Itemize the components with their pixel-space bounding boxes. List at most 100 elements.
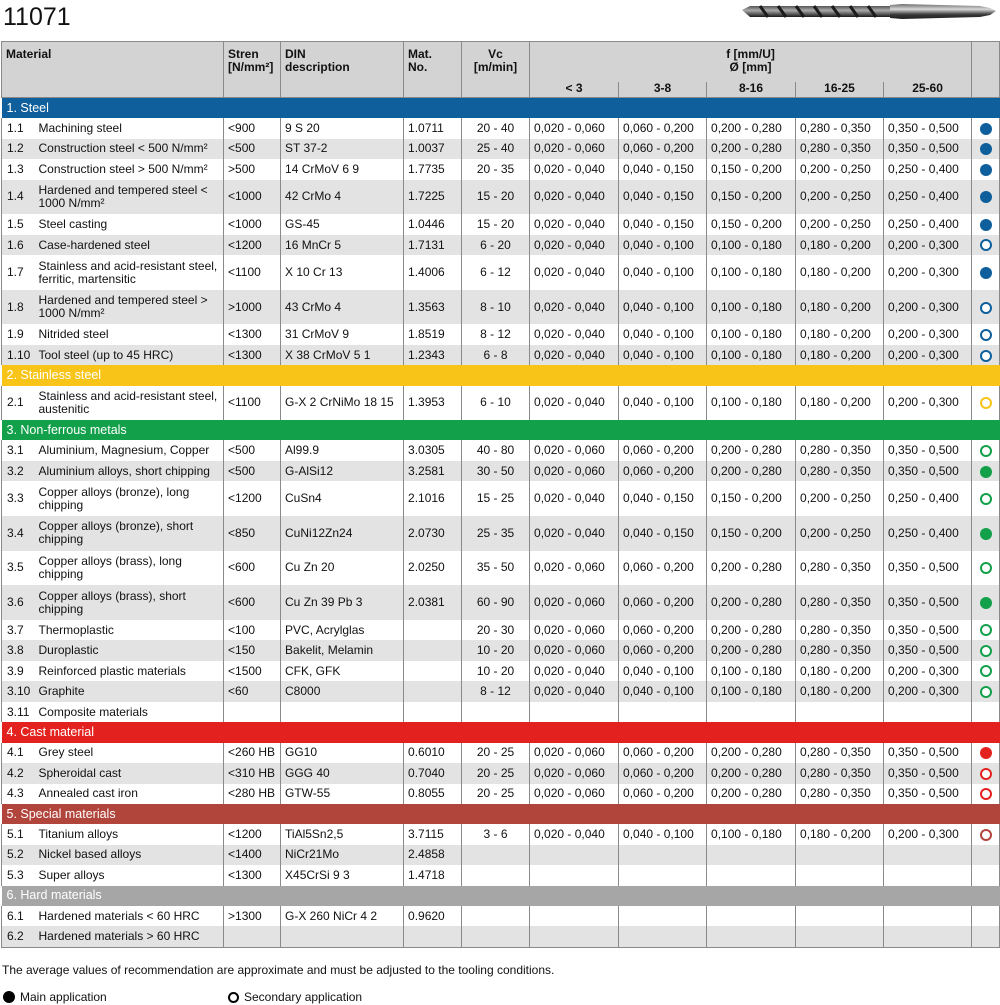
- row-number: 5.2: [1, 844, 35, 866]
- strength-cell: >1000: [223, 289, 282, 325]
- feed-cell: 0,020 - 0,060: [529, 783, 620, 804]
- strength-cell: <1200: [223, 481, 282, 517]
- application-cell: [971, 844, 1000, 866]
- strength-cell: <500: [223, 440, 282, 461]
- feed-cell: [529, 701, 620, 723]
- feed-cell: 0,200 - 0,300: [883, 234, 973, 256]
- feed-cell: 0,280 - 0,350: [795, 742, 885, 763]
- feed-cell: 0,100 - 0,180: [706, 344, 797, 366]
- table-body: 1. Steel 1.1 Machining steel <900 9 S 20 1.07…: [1, 97, 1000, 948]
- secondary-application-icon: [979, 685, 992, 698]
- secondary-application-icon: [979, 828, 992, 841]
- table-row: 6.1 Hardened materials < 60 HRC >1300 G-X 2…: [1, 905, 1000, 927]
- feed-cell: [706, 701, 797, 723]
- feed-cell: 0,060 - 0,200: [618, 585, 708, 620]
- application-cell: [971, 179, 1000, 215]
- application-cell: [971, 585, 1000, 620]
- main-application-icon: [979, 191, 992, 204]
- feed-cell: 0,020 - 0,040: [529, 324, 620, 345]
- application-cell: [971, 660, 1000, 682]
- row-number: 5.1: [1, 824, 35, 845]
- material-name: Steel casting: [34, 214, 225, 235]
- table-row: 2.1 Stainless and acid-resistant steel, a…: [1, 385, 1000, 421]
- mat-no-cell: 0.6010: [403, 742, 463, 763]
- application-cell: [971, 138, 1000, 160]
- strength-cell: <850: [223, 516, 282, 551]
- feed-cell: [706, 905, 797, 927]
- feed-cell: 0,100 - 0,180: [706, 234, 797, 256]
- mat-no-cell: 2.0250: [403, 550, 463, 586]
- section-title: 5. Special materials: [1, 804, 1000, 825]
- strength-cell: <100: [223, 619, 282, 641]
- strength-cell: <600: [223, 550, 282, 586]
- mat-no-cell: 1.7225: [403, 179, 463, 215]
- main-application-icon: [979, 218, 992, 231]
- vc-cell: 6 - 20: [461, 234, 531, 256]
- strength-cell: <1200: [223, 824, 282, 845]
- strength-cell: <1500: [223, 660, 282, 682]
- feed-cell: 0,350 - 0,500: [883, 118, 973, 139]
- feed-cell: 0,280 - 0,350: [795, 763, 885, 784]
- material-name: Stainless and acid-resistant steel, ferr…: [34, 255, 225, 290]
- feed-cell: 0,280 - 0,350: [795, 460, 885, 482]
- section-header: 4. Cast material: [1, 722, 1000, 743]
- feed-cell: 0,020 - 0,040: [529, 516, 620, 551]
- row-number: 2.1: [1, 385, 35, 421]
- feed-cell: [795, 926, 885, 948]
- mat-no-cell: 3.2581: [403, 460, 463, 482]
- mat-no-cell: 2.0730: [403, 516, 463, 551]
- section-title: 2. Stainless steel: [1, 365, 1000, 386]
- feed-cell: 0,020 - 0,060: [529, 550, 620, 586]
- feed-cell: [795, 865, 885, 886]
- mat-no-cell: 2.0381: [403, 585, 463, 620]
- feed-cell: 0,200 - 0,250: [795, 214, 885, 235]
- filled-circle-icon: [3, 991, 15, 1003]
- row-number: 1.9: [1, 324, 35, 345]
- feed-cell: 0,180 - 0,200: [795, 255, 885, 290]
- material-name: Grey steel: [34, 742, 225, 763]
- row-number: 1.2: [1, 138, 35, 160]
- feed-cell: 0,060 - 0,200: [618, 118, 708, 139]
- table-row: 1.9 Nitrided steel <1300 31 CrMoV 9 1.8519 8 …: [1, 324, 1000, 345]
- table-row: 4.3 Annealed cast iron <280 HB GTW-55 0.8055…: [1, 783, 1000, 804]
- material-name: Hardened materials > 60 HRC: [34, 926, 225, 948]
- material-name: Hardened materials < 60 HRC: [34, 905, 225, 927]
- feed-cell: 0,060 - 0,200: [618, 138, 708, 160]
- feed-cell: 0,280 - 0,350: [795, 440, 885, 461]
- din-cell: Cu Zn 20: [280, 550, 405, 586]
- application-cell: [971, 681, 1000, 702]
- din-cell: CuSn4: [280, 481, 405, 517]
- vc-cell: 8 - 12: [461, 681, 531, 702]
- feed-cell: [706, 844, 797, 866]
- din-cell: CuNi12Zn24: [280, 516, 405, 551]
- feed-cell: 0,040 - 0,100: [618, 234, 708, 256]
- feed-cell: [529, 865, 620, 886]
- header-diameter: < 3: [529, 81, 620, 98]
- mat-no-cell: [403, 660, 463, 682]
- feed-cell: 0,150 - 0,200: [706, 481, 797, 517]
- mat-no-cell: 3.0305: [403, 440, 463, 461]
- main-application-icon: [979, 266, 992, 279]
- feed-cell: 0,280 - 0,350: [795, 585, 885, 620]
- feed-cell: 0,200 - 0,280: [706, 460, 797, 482]
- secondary-application-icon: [979, 665, 992, 678]
- row-number: 1.7: [1, 255, 35, 290]
- strength-cell: <600: [223, 585, 282, 620]
- feed-cell: 0,250 - 0,400: [883, 214, 973, 235]
- feed-cell: 0,020 - 0,060: [529, 138, 620, 160]
- vc-cell: 6 - 8: [461, 344, 531, 366]
- section-header: 5. Special materials: [1, 804, 1000, 825]
- strength-cell: [223, 701, 282, 723]
- feed-cell: 0,020 - 0,060: [529, 619, 620, 641]
- din-cell: 14 CrMoV 6 9: [280, 159, 405, 180]
- mat-no-cell: 1.8519: [403, 324, 463, 345]
- header-mat-no: Mat. No.: [403, 41, 463, 98]
- feed-cell: 0,020 - 0,060: [529, 460, 620, 482]
- din-cell: PVC, Acrylglas: [280, 619, 405, 641]
- application-cell: [971, 550, 1000, 586]
- material-name: Aluminium alloys, short chipping: [34, 460, 225, 482]
- feed-cell: 0,100 - 0,180: [706, 681, 797, 702]
- feed-cell: 0,150 - 0,200: [706, 159, 797, 180]
- feed-cell: 0,040 - 0,100: [618, 681, 708, 702]
- table-row: 1.5 Steel casting <1000 GS-45 1.0446 15 - 20 0…: [1, 214, 1000, 235]
